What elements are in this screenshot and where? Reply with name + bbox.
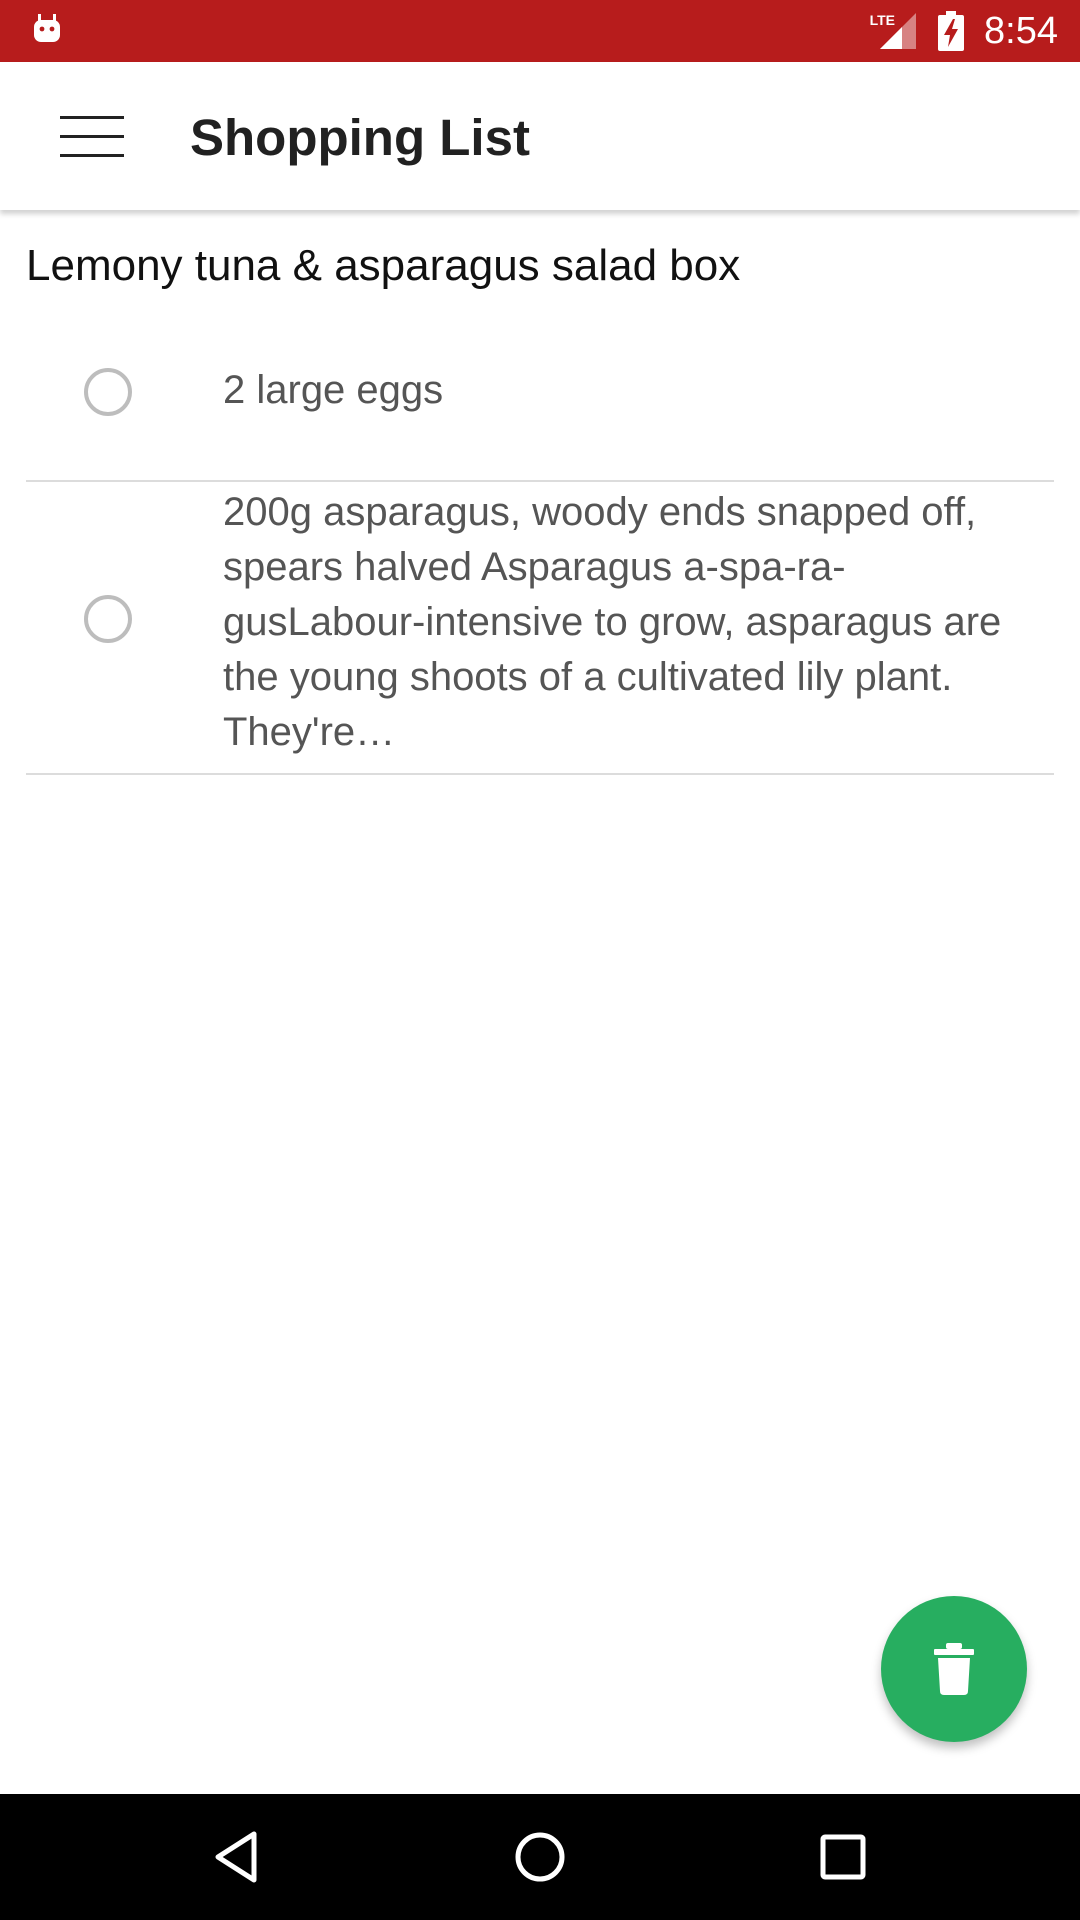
battery-charging-icon xyxy=(938,11,965,51)
page-title: Shopping List xyxy=(190,109,530,166)
list-item[interactable]: 2 large eggs xyxy=(26,303,1054,482)
list-item[interactable]: 200g asparagus, woody ends snapped off, … xyxy=(26,481,1054,775)
recents-icon[interactable] xyxy=(810,1824,876,1890)
hamburger-menu-icon[interactable] xyxy=(46,102,138,170)
item-text: 2 large eggs xyxy=(223,368,444,412)
item-text: 200g asparagus, woody ends snapped off, … xyxy=(223,490,1002,754)
signal-icon xyxy=(880,13,917,49)
item-radio-button[interactable] xyxy=(84,368,132,416)
app-bar: Shopping List xyxy=(0,62,1080,210)
status-bar: LTE 8:54 xyxy=(0,0,1080,62)
item-radio-button[interactable] xyxy=(84,595,132,643)
trash-icon xyxy=(934,1643,974,1695)
delete-button[interactable] xyxy=(881,1596,1027,1742)
android-icon xyxy=(34,14,60,42)
recipe-title: Lemony tuna & asparagus salad box xyxy=(26,241,741,290)
navigation-bar xyxy=(0,1794,1080,1920)
back-icon[interactable] xyxy=(204,1824,270,1890)
status-clock: 8:54 xyxy=(984,9,1058,52)
home-icon[interactable] xyxy=(507,1824,573,1890)
